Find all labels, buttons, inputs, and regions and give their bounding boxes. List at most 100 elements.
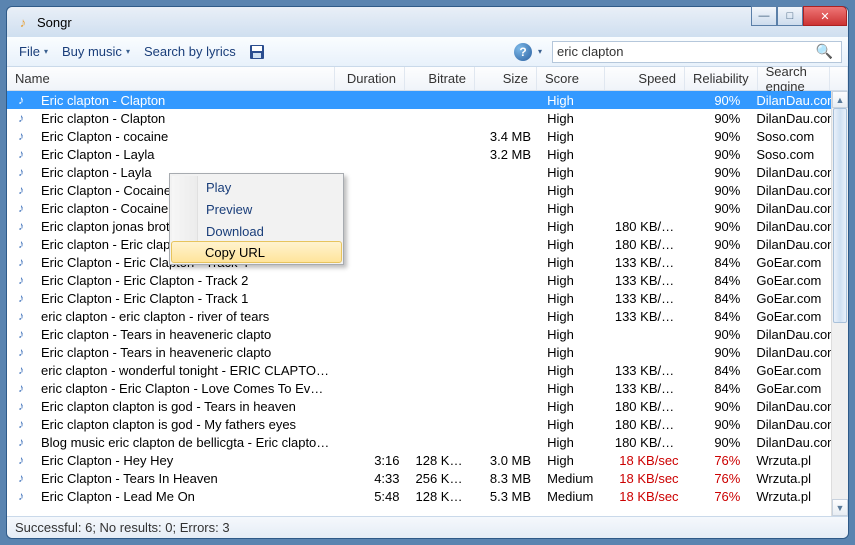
table-row[interactable]: ♪Eric clapton clapton is god - My father… (7, 415, 848, 433)
cell-name: Eric Clapton - Lead Me On (33, 489, 338, 504)
col-header-name[interactable]: Name (7, 67, 335, 90)
col-header-size[interactable]: Size (475, 67, 537, 90)
table-row[interactable]: ♪eric clapton - eric clapton - river of … (7, 307, 848, 325)
table-row[interactable]: ♪Eric clapton - LaylaHigh90%DilanDau.com (7, 163, 848, 181)
search-input[interactable] (557, 44, 812, 59)
table-row[interactable]: ♪Eric Clapton - Eric Clapton - Track 1Hi… (7, 289, 848, 307)
cell-score: High (539, 309, 607, 324)
cell-score: High (539, 417, 607, 432)
table-row[interactable]: ♪eric clapton - wonderful tonight - ERIC… (7, 361, 848, 379)
music-note-icon: ♪ (13, 398, 29, 414)
col-header-spacer (830, 67, 848, 90)
search-icon[interactable]: 🔍 (812, 43, 837, 60)
cell-speed: 133 KB/sec (607, 363, 687, 378)
menu-search-by-lyrics[interactable]: Search by lyrics (138, 41, 242, 62)
cell-reliability: 84% (687, 255, 749, 270)
results-list-inner[interactable]: ♪Eric clapton - ClaptonHigh90%DilanDau.c… (7, 91, 848, 516)
menu-file-label: File (19, 44, 40, 59)
table-row[interactable]: ♪Eric clapton - Tears in heaveneric clap… (7, 343, 848, 361)
caret-down-icon: ▾ (126, 47, 130, 56)
results-list: ♪Eric clapton - ClaptonHigh90%DilanDau.c… (7, 91, 848, 516)
cell-speed: 18 KB/sec (607, 453, 687, 468)
table-row[interactable]: ♪Eric clapton - Eric clapton wonderful t… (7, 235, 848, 253)
scroll-thumb[interactable] (833, 108, 847, 323)
menu-buy-music[interactable]: Buy music ▾ (56, 41, 136, 62)
table-row[interactable]: ♪Eric Clapton - Lead Me On5:48128 Kbps5.… (7, 487, 848, 505)
table-row[interactable]: ♪Blog music eric clapton de bellicgta - … (7, 433, 848, 451)
music-note-icon: ♪ (13, 236, 29, 252)
cell-speed: 133 KB/sec (607, 309, 687, 324)
cell-speed: 133 KB/sec (607, 273, 687, 288)
table-row[interactable]: ♪Eric clapton clapton is god - Tears in … (7, 397, 848, 415)
cell-score: High (539, 183, 607, 198)
cell-name: Eric Clapton - cocaine (33, 129, 338, 144)
scroll-up-button[interactable]: ▲ (832, 91, 848, 108)
table-row[interactable]: ♪Eric Clapton - Hey Hey3:16128 Kbps3.0 M… (7, 451, 848, 469)
scroll-down-button[interactable]: ▼ (832, 499, 848, 516)
close-button[interactable]: ✕ (803, 6, 847, 26)
menubar: File▾ Buy music ▾ Search by lyrics ? ▾ 🔍 (7, 37, 848, 67)
table-row[interactable]: ♪Eric clapton - CocaineHigh90%DilanDau.c… (7, 199, 848, 217)
cell-score: High (539, 219, 607, 234)
cell-name: Eric Clapton - Eric Clapton - Track 2 (33, 273, 338, 288)
music-note-icon: ♪ (13, 290, 29, 306)
context-menu-download[interactable]: Download (172, 220, 341, 242)
col-header-score[interactable]: Score (537, 67, 605, 90)
cell-score: High (539, 363, 607, 378)
col-header-speed[interactable]: Speed (605, 67, 685, 90)
cell-score: High (539, 201, 607, 216)
search-box[interactable]: 🔍 (552, 41, 842, 63)
col-header-bitrate[interactable]: Bitrate (405, 67, 475, 90)
titlebar[interactable]: ♪ Songr — □ ✕ (7, 7, 848, 37)
table-row[interactable]: ♪Eric clapton - Tears in heaveneric clap… (7, 325, 848, 343)
cell-speed: 133 KB/sec (607, 381, 687, 396)
table-row[interactable]: ♪eric clapton - Eric Clapton - Love Come… (7, 379, 848, 397)
cell-duration: 3:16 (338, 453, 408, 468)
cell-duration: 4:33 (338, 471, 408, 486)
scroll-track[interactable] (832, 108, 848, 499)
cell-reliability: 76% (687, 453, 749, 468)
cell-score: High (539, 435, 607, 450)
vertical-scrollbar[interactable]: ▲ ▼ (831, 91, 848, 516)
save-icon[interactable] (248, 43, 266, 61)
music-note-icon: ♪ (13, 110, 29, 126)
table-row[interactable]: ♪Eric Clapton - Eric Clapton - Track 4Hi… (7, 253, 848, 271)
context-menu-copy-url[interactable]: Copy URL (171, 241, 342, 263)
context-menu-play[interactable]: Play (172, 176, 341, 198)
cell-reliability: 84% (687, 291, 749, 306)
table-row[interactable]: ♪Eric Clapton - Tears In Heaven4:33256 K… (7, 469, 848, 487)
table-row[interactable]: ♪Eric clapton - ClaptonHigh90%DilanDau.c… (7, 91, 848, 109)
menu-buy-label: Buy music (62, 44, 122, 59)
table-row[interactable]: ♪Eric Clapton - Cocaine eric claptonHigh… (7, 181, 848, 199)
help-icon[interactable]: ? (514, 43, 532, 61)
table-row[interactable]: ♪Eric Clapton - Layla3.2 MBHigh90%Soso.c… (7, 145, 848, 163)
music-note-icon: ♪ (13, 362, 29, 378)
table-row[interactable]: ♪Eric Clapton - cocaine3.4 MBHigh90%Soso… (7, 127, 848, 145)
menu-file[interactable]: File▾ (13, 41, 54, 62)
col-header-reliability[interactable]: Reliability (685, 67, 758, 90)
col-header-duration[interactable]: Duration (335, 67, 405, 90)
music-note-icon: ♪ (13, 434, 29, 450)
status-bar: Successful: 6; No results: 0; Errors: 3 (7, 516, 848, 538)
cell-name: Eric clapton - Tears in heaveneric clapt… (33, 345, 338, 360)
cell-reliability: 84% (687, 381, 749, 396)
music-note-icon: ♪ (13, 326, 29, 342)
cell-speed: 180 KB/sec (607, 237, 687, 252)
table-row[interactable]: ♪Eric Clapton - Eric Clapton - Track 2Hi… (7, 271, 848, 289)
cell-size: 8.3 MB (477, 471, 539, 486)
context-menu-preview[interactable]: Preview (172, 198, 341, 220)
cell-score: High (539, 147, 607, 162)
cell-reliability: 90% (687, 129, 749, 144)
music-note-icon: ♪ (13, 488, 29, 504)
table-row[interactable]: ♪Eric clapton - ClaptonHigh90%DilanDau.c… (7, 109, 848, 127)
cell-size: 3.2 MB (477, 147, 539, 162)
cell-reliability: 76% (687, 471, 749, 486)
caret-down-icon[interactable]: ▾ (538, 47, 542, 56)
table-row[interactable]: ♪Eric clapton jonas brothers - Eric clap… (7, 217, 848, 235)
minimize-button[interactable]: — (751, 6, 777, 26)
cell-reliability: 84% (687, 309, 749, 324)
cell-score: Medium (539, 471, 607, 486)
maximize-button[interactable]: □ (777, 6, 803, 26)
col-header-engine[interactable]: Search engine (758, 67, 830, 90)
cell-name: Eric Clapton - Layla (33, 147, 338, 162)
